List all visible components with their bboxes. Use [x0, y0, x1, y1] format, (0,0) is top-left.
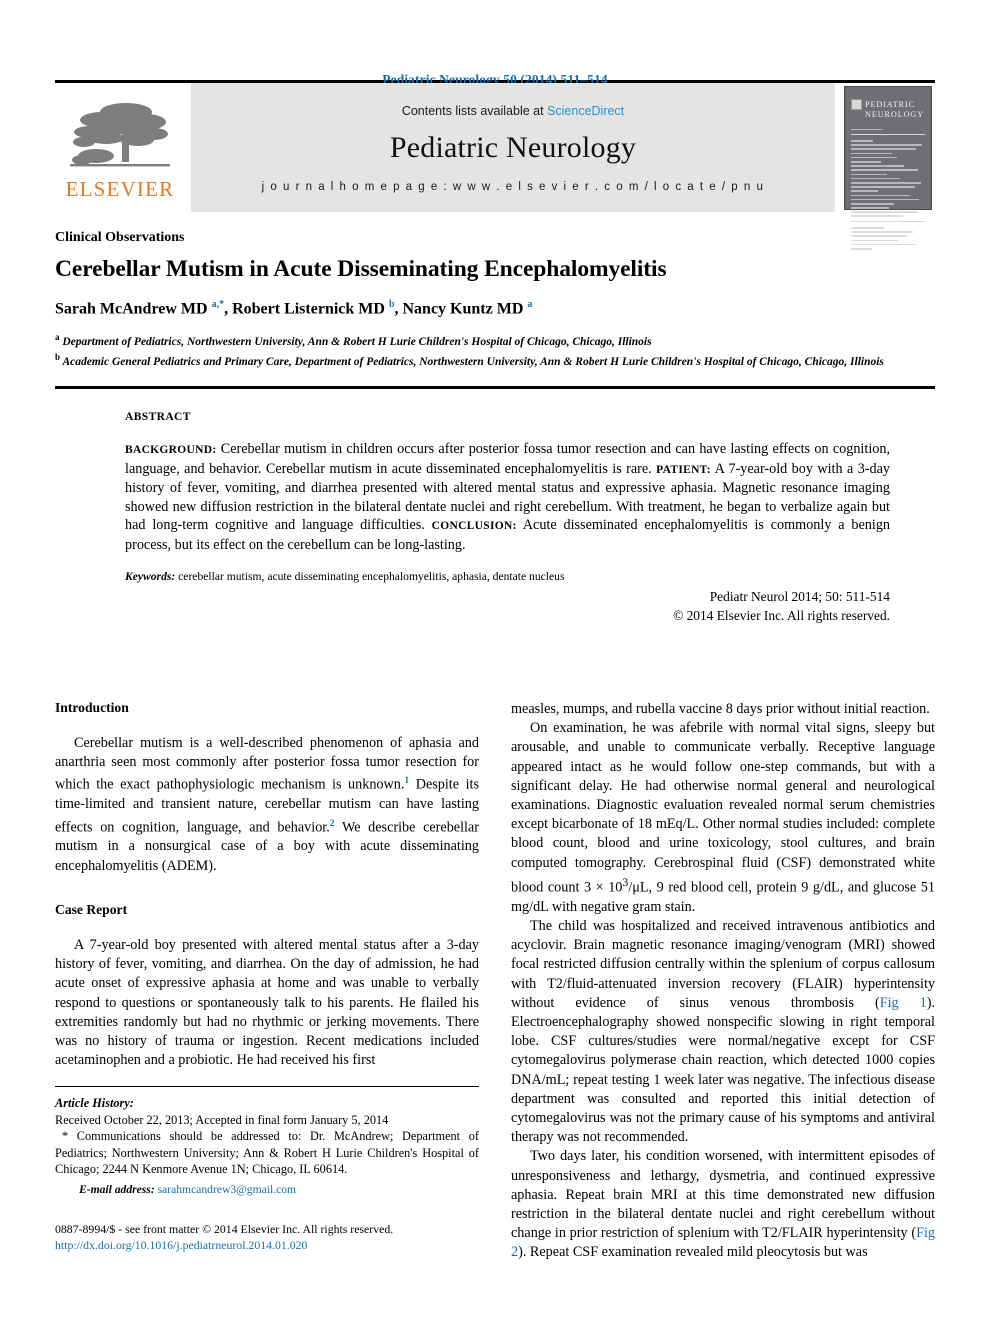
abstract-background-label: BACKGROUND: [125, 443, 217, 456]
author-list: Sarah McAndrew MD a,*, Robert Listernick… [55, 299, 533, 318]
worsening-text-b: ). Repeat CSF examination revealed mild … [518, 1244, 868, 1261]
section-kicker: Clinical Observations [55, 230, 185, 245]
cover-title: PEDIATRIC NEUROLOGY [865, 100, 925, 120]
cover-title-line2: NEUROLOGY [865, 109, 925, 119]
article-history-label: Article History: [55, 1096, 134, 1111]
article-page: Pediatric Neurology 50 (2014) 511–514 EL… [0, 0, 990, 1320]
doi-link[interactable]: http://dx.doi.org/10.1016/j.pediatrneuro… [55, 1238, 479, 1254]
elsevier-logo: ELSEVIER [55, 83, 185, 212]
heading-introduction: Introduction [55, 700, 129, 715]
abstract-conclusion-label: CONCLUSION: [431, 520, 517, 533]
worsening-text-a: Two days later, his condition worsened, … [511, 1148, 935, 1242]
affiliation-a: a Department of Pediatrics, Northwestern… [55, 332, 652, 349]
keywords: Keywords: cerebellar mutism, acute disse… [125, 570, 890, 583]
journal-cover-thumbnail[interactable]: PEDIATRIC NEUROLOGY [841, 83, 935, 250]
elsevier-wordmark: ELSEVIER [65, 176, 175, 201]
figure-1-link[interactable]: Fig 1 [880, 995, 927, 1011]
article-history: Article History: [55, 1095, 479, 1111]
email-label: E-mail address: [79, 1183, 155, 1197]
correspondence-note: * Communications should be addressed to:… [55, 1129, 479, 1176]
affiliation-a-text: Department of Pediatrics, Northwestern U… [62, 336, 652, 349]
running-head: Pediatric Neurology 50 (2014) 511–514 [382, 72, 608, 87]
left-column: Introduction Cerebellar mutism is a well… [55, 700, 479, 1263]
journal-homepage[interactable]: j o u r n a l h o m e p a g e : w w w . … [262, 181, 765, 193]
examination-paragraph: On examination, he was afebrile with nor… [511, 719, 935, 917]
email-line: E-mail address: sarahmcandrew3@gmail.com [55, 1182, 479, 1198]
cover-text-lines [851, 128, 925, 250]
elsevier-tree-icon [70, 102, 170, 166]
page-footer: 0887-8994/$ - see front matter © 2014 El… [55, 1222, 479, 1253]
journal-masthead: ELSEVIER Contents lists available at Sci… [55, 80, 935, 250]
abstract-copyright: © 2014 Elsevier Inc. All rights reserved… [673, 607, 890, 623]
abstract-label: ABSTRACT [125, 410, 191, 423]
abstract-section: ABSTRACT BACKGROUND: Cerebellar mutism i… [55, 389, 935, 624]
abstract-patient-label: PATIENT: [656, 463, 711, 476]
heading-case-report: Case Report [55, 901, 128, 917]
affiliation-b-text: Academic General Pediatrics and Primary … [62, 355, 884, 368]
intro-paragraph: Cerebellar mutism is a well-described ph… [55, 734, 479, 876]
hospitalization-paragraph: The child was hospitalized and received … [511, 917, 935, 1147]
cover-title-line1: PEDIATRIC [865, 99, 915, 109]
cover-image: PEDIATRIC NEUROLOGY [844, 85, 932, 250]
journal-name: Pediatric Neurology [389, 131, 637, 164]
footnotes: Article History: Received October 22, 20… [55, 1095, 479, 1198]
sciencedirect-link[interactable]: ScienceDirect [547, 104, 624, 118]
footnote-rule [55, 1086, 479, 1088]
issn-line: 0887-8994/$ - see front matter © 2014 El… [55, 1222, 394, 1236]
right-column: measles, mumps, and rubella vaccine 8 da… [511, 700, 935, 1263]
affiliation-b: b Academic General Pediatrics and Primar… [55, 352, 884, 368]
contents-prefix: Contents lists available at [401, 104, 548, 118]
right-paragraph-continuation: measles, mumps, and rubella vaccine 8 da… [511, 701, 930, 717]
abstract-citation: Pediatr Neurol 2014; 50: 511-514 [709, 588, 890, 604]
body-columns: Introduction Cerebellar mutism is a well… [55, 700, 935, 1263]
case-report-paragraph: A 7-year-old boy presented with altered … [55, 936, 479, 1069]
article-history-dates: Received October 22, 2013; Accepted in f… [55, 1112, 389, 1127]
keywords-text: cerebellar mutism, acute disseminating e… [175, 569, 565, 583]
abstract-body: BACKGROUND: Cerebellar mutism in childre… [125, 440, 890, 555]
worsening-paragraph: Two days later, his condition worsened, … [511, 1147, 935, 1262]
affiliations: a Department of Pediatrics, Northwestern… [55, 330, 935, 370]
cover-publisher-mark-icon [851, 98, 862, 110]
contents-available-line: Contents lists available at ScienceDirec… [402, 104, 624, 118]
examination-text-a: On examination, he was afebrile with nor… [511, 720, 935, 896]
keywords-label: Keywords: [125, 569, 176, 583]
email-link[interactable]: sarahmcandrew3@gmail.com [158, 1183, 296, 1196]
hospitalization-text-a: The child was hospitalized and received … [511, 917, 935, 1011]
article-title-block: Clinical Observations Cerebellar Mutism … [55, 212, 935, 370]
hospitalization-text-b: ). Electroencephalography showed nonspec… [511, 994, 935, 1146]
page-title: Cerebellar Mutism in Acute Disseminating… [55, 256, 667, 282]
journal-band: Contents lists available at ScienceDirec… [191, 83, 835, 212]
